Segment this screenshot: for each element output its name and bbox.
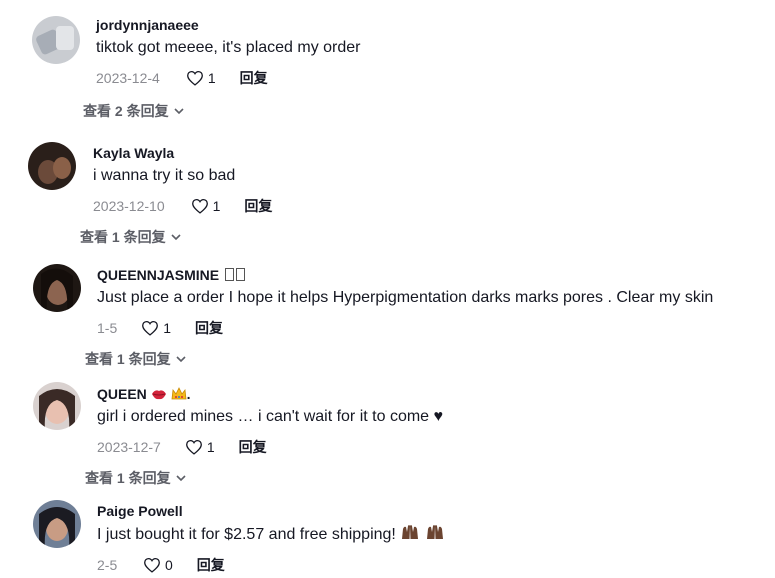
view-replies-button[interactable]: 查看 1 条回复 [80,227,181,247]
comment-date: 2023-12-4 [96,70,160,86]
comment-body: Paige Powell I just bought it for $2.57 … [97,502,445,575]
comment-meta: 2023-12-10 1 回复 [93,196,272,216]
comment-meta: 2023-12-7 1 回复 [97,437,443,457]
comment-meta: 2-5 0 回复 [97,555,445,575]
comment-text: I just bought it for $2.57 and free ship… [97,523,445,546]
comment-text: tiktok got meeee, it's placed my order [96,39,361,56]
heart-outline-icon [144,557,160,573]
heart-outline-icon [185,439,202,455]
like-button[interactable]: 0 [143,557,173,573]
comment-date: 2023-12-7 [97,439,161,455]
view-replies-label: 查看 1 条回复 [85,470,171,486]
reply-button[interactable]: 回复 [240,68,268,88]
view-replies-button[interactable]: 查看 1 条回复 [85,349,186,369]
like-count: 1 [212,198,221,214]
heart-outline-icon [191,198,208,214]
comment-body: QUEENNJASMINE Just place a order I hope … [97,266,713,338]
comment-body: jordynnjanaeee tiktok got meeee, it's pl… [96,16,361,88]
reply-button[interactable]: 回复 [244,196,272,216]
like-button[interactable]: 1 [186,70,216,86]
view-replies-button[interactable]: 查看 2 条回复 [83,101,184,121]
raised-hands-emoji-icon [426,525,443,539]
comment-text: i wanna try it so bad [93,167,236,184]
heart-outline-icon [186,70,203,86]
comment-meta: 1-5 1 回复 [97,318,713,338]
like-count: 0 [165,557,173,573]
chevron-down-icon [176,356,186,363]
unsupported-glyph-icon [236,268,246,281]
comment-date: 2023-12-10 [93,198,165,214]
avatar[interactable] [33,264,81,312]
crown-emoji-icon [171,387,187,400]
comment-text: girl i ordered mines … i can't wait for … [97,408,444,425]
comment-meta: 2023-12-4 1 回复 [96,68,361,88]
like-button[interactable]: 1 [141,320,171,336]
view-replies-label: 查看 1 条回复 [85,351,171,367]
comment-username-text: QUEEN [97,386,147,402]
comment-username[interactable]: QUEEN . [97,385,443,403]
reply-button[interactable]: 回复 [197,555,225,575]
view-replies-label: 查看 1 条回复 [80,229,166,245]
comment-text-content: I just bought it for $2.57 and free ship… [97,526,396,543]
reply-button[interactable]: 回复 [195,318,223,338]
chevron-down-icon [171,234,181,241]
comment-username-text: QUEENNJASMINE [97,267,220,283]
like-count: 1 [163,320,172,336]
comment-date: 2-5 [97,557,118,573]
raised-hands-emoji-icon [402,525,419,539]
like-count: 1 [207,70,216,86]
like-button[interactable]: 1 [191,198,221,214]
comment-date: 1-5 [97,320,118,336]
lips-emoji-icon [151,390,166,400]
view-replies-label: 查看 2 条回复 [83,103,169,119]
heart-outline-icon [142,320,159,336]
avatar[interactable] [33,500,81,548]
comment-body: QUEEN . girl i ordered mines … i can't w… [97,385,443,457]
avatar[interactable] [33,382,81,430]
comment-username[interactable]: Paige Powell [97,502,445,520]
chevron-down-icon [174,108,184,115]
like-button[interactable]: 1 [185,439,215,455]
avatar[interactable] [28,142,76,190]
comment-username-suffix: . [186,386,191,402]
avatar[interactable] [32,16,80,64]
comment-username[interactable]: Kayla Wayla [93,144,272,162]
like-count: 1 [206,439,215,455]
comment-username[interactable]: QUEENNJASMINE [97,266,713,284]
comment-text: Just place a order I hope it helps Hyper… [97,289,714,306]
unsupported-glyph-icon [225,268,235,281]
comment-username[interactable]: jordynnjanaeee [96,16,361,34]
view-replies-button[interactable]: 查看 1 条回复 [85,468,186,488]
reply-button[interactable]: 回复 [239,437,267,457]
chevron-down-icon [176,475,186,482]
comment-body: Kayla Wayla i wanna try it so bad 2023-1… [93,144,272,216]
